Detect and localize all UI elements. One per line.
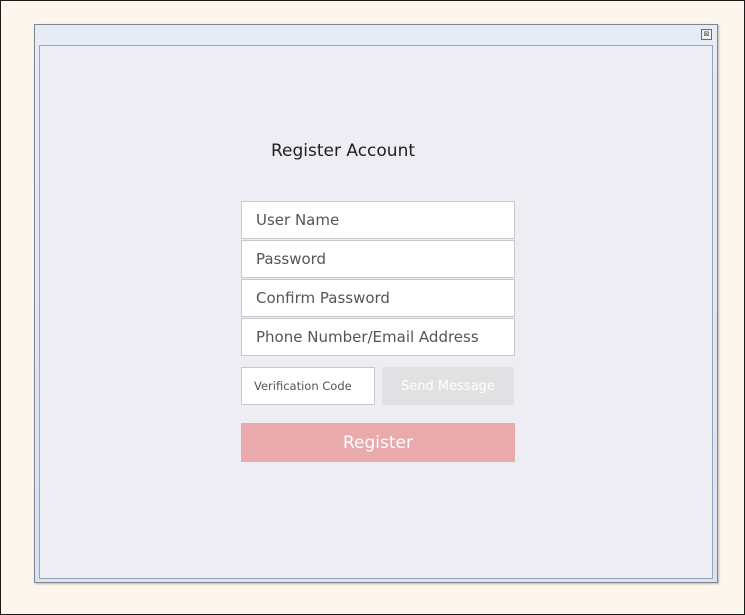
register-button[interactable]: Register xyxy=(241,423,515,462)
title-bar: ⊠ xyxy=(35,25,717,45)
form-title: Register Account xyxy=(270,141,416,161)
confirm-password-input[interactable] xyxy=(241,279,515,317)
close-icon[interactable]: ⊠ xyxy=(701,29,712,40)
username-input[interactable] xyxy=(241,201,515,239)
password-input[interactable] xyxy=(241,240,515,278)
phone-email-input[interactable] xyxy=(241,318,515,356)
send-message-button[interactable]: Send Message xyxy=(382,367,514,405)
verification-code-input[interactable] xyxy=(241,367,375,405)
